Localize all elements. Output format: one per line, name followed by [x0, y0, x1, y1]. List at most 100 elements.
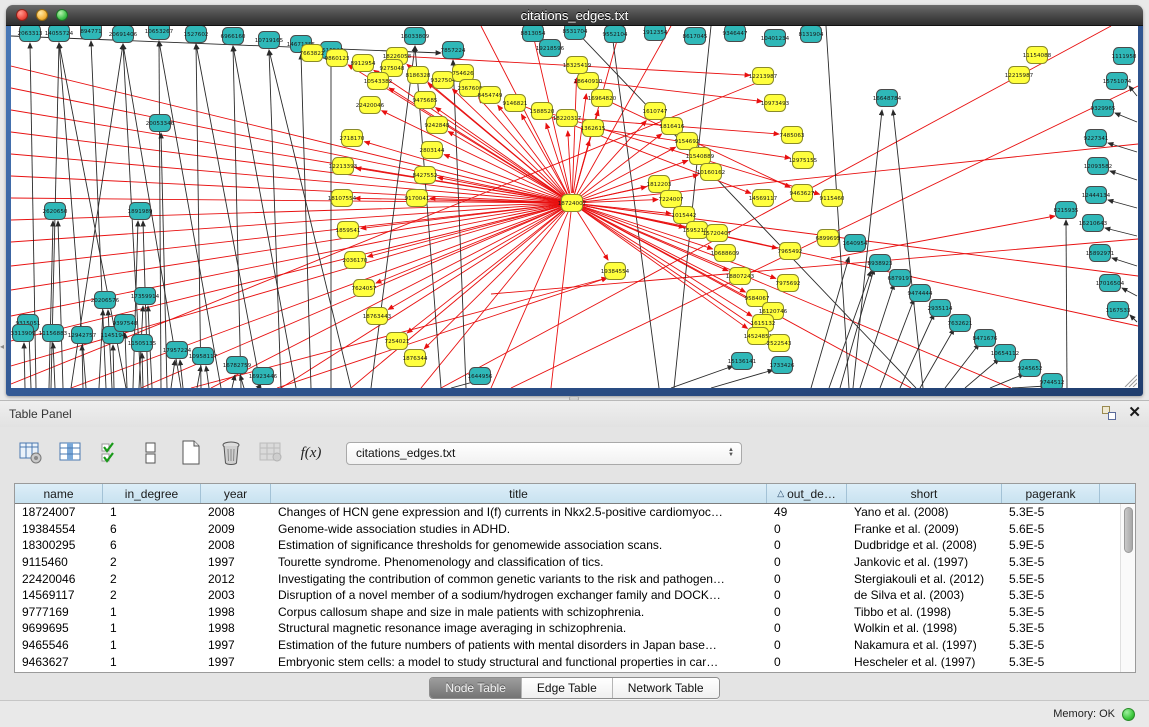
column-header-name[interactable]: name — [15, 484, 103, 503]
table-row[interactable]: 1456911722003Disruption of a novel membe… — [15, 587, 1120, 604]
table-row[interactable]: 1830029562008Estimation of significance … — [15, 537, 1120, 554]
citation-edge-black[interactable] — [108, 310, 112, 388]
citation-edge-red[interactable] — [568, 131, 572, 193]
citation-edge-red[interactable] — [356, 168, 562, 201]
column-header-out_de[interactable]: △out_de… — [767, 484, 847, 503]
citation-edge-black[interactable] — [1012, 386, 1046, 388]
citation-edge-black[interactable] — [1110, 171, 1137, 180]
canvas-resize-grip[interactable] — [1121, 371, 1137, 387]
citation-edge-red[interactable] — [581, 207, 728, 271]
citation-edge-red[interactable] — [598, 82, 762, 101]
citation-edge-red[interactable] — [11, 203, 572, 341]
citation-edge-black[interactable] — [1122, 288, 1137, 296]
tab-node-table[interactable]: Node Table — [430, 678, 522, 698]
table-row[interactable]: 946362711997Embryonic stem cells: a mode… — [15, 653, 1120, 670]
column-header-pagerank[interactable]: pagerank — [1002, 484, 1100, 503]
delete-table-icon[interactable] — [258, 440, 284, 466]
table-row[interactable]: 911546021997Tourette syndrome. Phenomeno… — [15, 554, 1120, 571]
citation-edge-black[interactable] — [49, 221, 53, 388]
citation-edge-black[interactable] — [1108, 200, 1137, 208]
graph-node-label: 1876344 — [403, 356, 428, 362]
graph-node-label: 9115460 — [820, 196, 845, 202]
table-row[interactable]: 2242004622012Investigating the contribut… — [15, 570, 1120, 587]
scrollbar-thumb[interactable] — [1124, 507, 1133, 553]
citation-edge-red[interactable] — [448, 132, 563, 198]
minimize-window-button[interactable] — [36, 9, 48, 21]
citation-edge-red[interactable] — [424, 210, 565, 349]
citation-edge-red[interactable] — [582, 204, 671, 214]
citation-edge-black[interactable] — [142, 353, 143, 388]
citation-edge-black[interactable] — [53, 343, 55, 388]
citation-edge-red[interactable] — [491, 239, 1138, 294]
column-header-year[interactable]: year — [201, 484, 271, 503]
citation-edge-black[interactable] — [711, 370, 773, 388]
citation-edge-red[interactable] — [11, 203, 572, 220]
citation-edge-black[interactable] — [829, 271, 871, 388]
citation-edge-black[interactable] — [269, 50, 281, 388]
new-column-icon[interactable] — [178, 440, 204, 466]
citation-edge-black[interactable] — [1112, 258, 1137, 266]
graph-node-label: 7624057 — [352, 286, 377, 292]
graph-node-label: 2620650 — [43, 209, 68, 215]
tab-edge-table[interactable]: Edge Table — [522, 678, 613, 698]
delete-column-icon[interactable] — [218, 440, 244, 466]
citation-edge-black[interactable] — [159, 41, 221, 388]
table-panel-title: Table Panel — [0, 407, 72, 421]
citation-edge-red[interactable] — [580, 208, 752, 316]
citation-edge-black[interactable] — [893, 110, 923, 388]
citation-edge-black[interactable] — [920, 329, 954, 388]
citation-edge-red[interactable] — [388, 208, 563, 309]
table-row[interactable]: 969969511998Structural magnetic resonanc… — [15, 620, 1120, 637]
citation-edge-black[interactable] — [196, 44, 201, 388]
citation-edge-black[interactable] — [159, 41, 161, 388]
citation-edge-red[interactable] — [11, 203, 572, 242]
memory-ok-indicator[interactable] — [1122, 708, 1135, 721]
table-row[interactable]: 946554611997Estimation of the future num… — [15, 637, 1120, 654]
table-cell: 9699695 — [15, 621, 103, 635]
table-mode-icon[interactable] — [18, 440, 44, 466]
maximize-window-button[interactable] — [56, 9, 68, 21]
citation-edge-black[interactable] — [611, 26, 659, 388]
show-column-icon[interactable] — [58, 440, 84, 466]
graph-node-label: 1644956 — [468, 374, 493, 380]
network-window-titlebar[interactable]: citations_edges.txt — [6, 5, 1143, 26]
citation-edge-black[interactable] — [233, 46, 241, 388]
table-cell: 18724007 — [15, 505, 103, 519]
citation-edge-black[interactable] — [125, 333, 127, 388]
citation-edge-black[interactable] — [1105, 228, 1137, 236]
panel-collapse-arrow[interactable]: ◂ — [0, 341, 7, 353]
table-row[interactable]: 977716911998Corpus callosum shape and si… — [15, 604, 1120, 621]
table-row[interactable]: 1938455462009Genome-wide association stu… — [15, 521, 1120, 538]
float-panel-icon[interactable] — [1102, 406, 1116, 420]
vertical-scrollbar[interactable] — [1120, 504, 1135, 672]
citation-edge-black[interactable] — [196, 44, 261, 388]
citation-edge-black[interactable] — [1130, 315, 1137, 322]
graph-node-label: 7975692 — [776, 281, 801, 287]
tab-network-table[interactable]: Network Table — [613, 678, 719, 698]
close-window-button[interactable] — [16, 9, 28, 21]
citation-edge-black[interactable] — [233, 46, 296, 388]
column-header-short[interactable]: short — [847, 484, 1002, 503]
citation-edge-black[interactable] — [1115, 113, 1137, 122]
table-select-combo[interactable]: citations_edges.txt ▲▼ — [346, 442, 742, 465]
column-header-title[interactable]: title — [271, 484, 767, 503]
function-builder-icon[interactable]: f(x) — [298, 440, 324, 466]
citation-edge-red[interactable] — [351, 203, 572, 388]
clear-selection-icon[interactable] — [138, 440, 164, 466]
citation-edge-red[interactable] — [376, 207, 563, 283]
citation-edge-black[interactable] — [965, 359, 999, 388]
citation-edge-black[interactable] — [24, 343, 25, 388]
close-panel-icon[interactable]: ✕ — [1128, 406, 1141, 420]
citation-edge-black[interactable] — [811, 257, 849, 388]
citation-edge-black[interactable] — [113, 345, 114, 388]
table-row[interactable]: 1872400712008Changes of HCN gene express… — [15, 504, 1120, 521]
citation-network-graph[interactable]: 2063313140557248947712069140610653267152… — [11, 26, 1138, 388]
citation-edge-red[interactable] — [572, 144, 1138, 203]
combo-stepper-icon[interactable]: ▲▼ — [723, 444, 739, 463]
citation-edge-black[interactable] — [945, 344, 979, 388]
citation-edge-black[interactable] — [206, 366, 209, 388]
citation-edge-black[interactable] — [58, 221, 63, 388]
select-columns-icon[interactable] — [98, 440, 124, 466]
network-canvas[interactable]: 2063313140557248947712069140610653267152… — [11, 26, 1138, 388]
column-header-in_degree[interactable]: in_degree — [103, 484, 201, 503]
